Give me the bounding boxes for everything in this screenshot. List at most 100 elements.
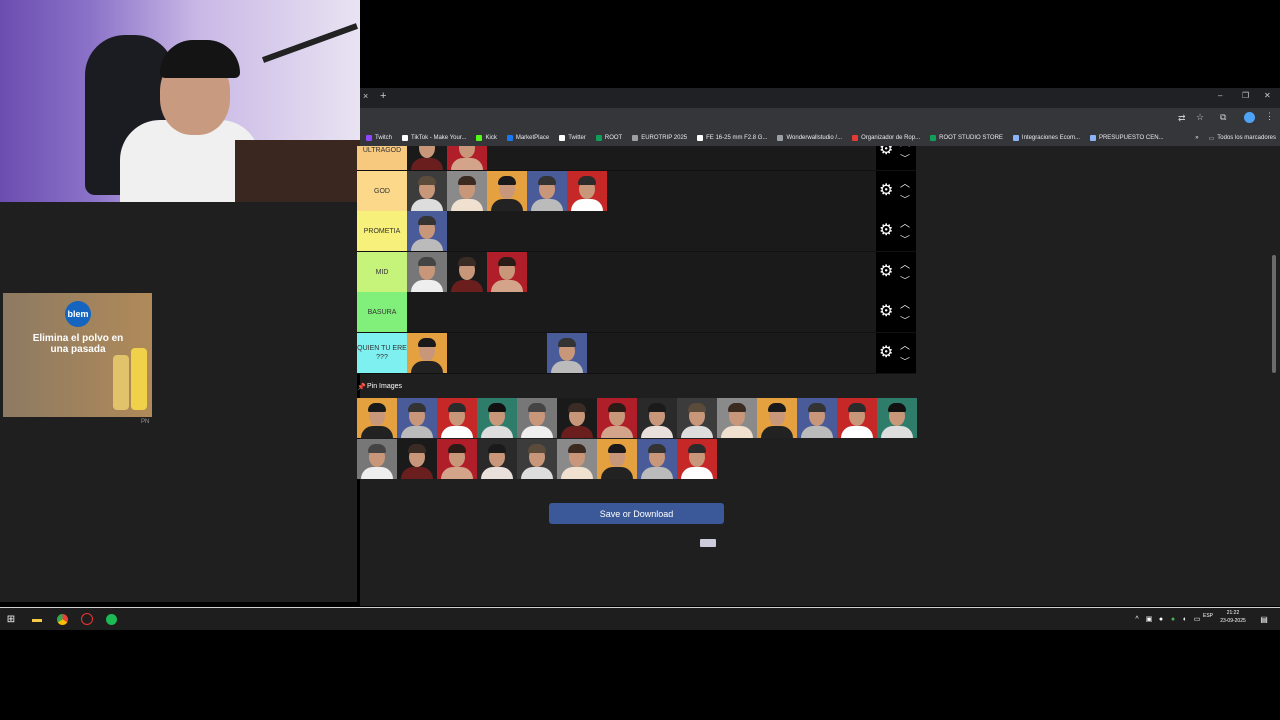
gear-icon[interactable]: ⚙ bbox=[879, 343, 893, 363]
move-down-icon[interactable]: ﹀ bbox=[900, 233, 910, 245]
app-icon[interactable] bbox=[80, 612, 94, 626]
network-icon[interactable]: ▭ bbox=[1190, 612, 1204, 626]
person-image-tile[interactable] bbox=[437, 398, 477, 438]
person-image-tile[interactable] bbox=[407, 252, 447, 292]
person-image-tile[interactable] bbox=[477, 398, 517, 438]
bookmark-item[interactable]: MarketPlace bbox=[506, 135, 549, 141]
person-image-tile[interactable] bbox=[447, 252, 487, 292]
person-image-tile[interactable] bbox=[407, 211, 447, 251]
start-icon[interactable]: ⊞ bbox=[4, 612, 18, 626]
close-window-button[interactable]: ✕ bbox=[1264, 91, 1271, 100]
bookmark-item[interactable]: Twitch bbox=[366, 135, 392, 141]
tier-dropzone[interactable] bbox=[407, 171, 867, 211]
ad-choices-icon[interactable] bbox=[700, 539, 716, 547]
person-image-tile[interactable] bbox=[477, 439, 517, 479]
bookmark-item[interactable]: PRESUPUESTO CEN... bbox=[1089, 135, 1164, 141]
person-image-tile[interactable] bbox=[637, 398, 677, 438]
maximize-button[interactable]: ❐ bbox=[1242, 91, 1249, 100]
person-image-tile[interactable] bbox=[357, 398, 397, 438]
gear-icon[interactable]: ⚙ bbox=[879, 302, 893, 322]
gear-icon[interactable]: ⚙ bbox=[879, 181, 893, 201]
person-image-tile[interactable] bbox=[597, 398, 637, 438]
move-down-icon[interactable]: ﹀ bbox=[900, 193, 910, 205]
tier-dropzone[interactable] bbox=[407, 333, 867, 373]
save-download-button[interactable]: Save or Download bbox=[549, 503, 724, 524]
bookmark-item[interactable]: ROOT STUDIO STORE bbox=[930, 135, 1003, 141]
move-up-icon[interactable]: ︿ bbox=[900, 256, 910, 271]
close-tab-icon[interactable]: × bbox=[363, 91, 368, 101]
clock[interactable]: 21:22 23-09-2025 bbox=[1218, 609, 1248, 625]
tier-dropzone[interactable] bbox=[407, 211, 867, 251]
gear-icon[interactable]: ⚙ bbox=[879, 262, 893, 282]
scrollbar[interactable] bbox=[1272, 255, 1276, 373]
bookmark-item[interactable]: EUROTRIP 2025 bbox=[632, 135, 687, 141]
move-up-icon[interactable]: ︿ bbox=[900, 175, 910, 190]
person-image-tile[interactable] bbox=[397, 439, 437, 479]
advertisement[interactable]: blem Elimina el polvo en una pasada bbox=[3, 293, 152, 417]
notifications-icon[interactable]: ▤ bbox=[1257, 612, 1271, 626]
move-down-icon[interactable]: ﹀ bbox=[900, 274, 910, 286]
person-image-tile[interactable] bbox=[487, 171, 527, 211]
language-indicator[interactable]: ESP bbox=[1203, 613, 1213, 619]
address-bar[interactable]: ⇄ ☆ ⧉ ⋮ bbox=[360, 108, 1280, 130]
bookmark-item[interactable]: TikTok - Make Your... bbox=[402, 135, 466, 141]
tier-label[interactable]: QUIEN TU ERE ??? bbox=[357, 333, 407, 373]
move-down-icon[interactable]: ﹀ bbox=[900, 152, 910, 164]
gear-icon[interactable]: ⚙ bbox=[879, 221, 893, 241]
minimize-button[interactable]: – bbox=[1218, 91, 1222, 100]
bookmark-item[interactable]: ROOT bbox=[595, 135, 622, 141]
all-bookmarks-folder[interactable]: ▭ Todos los marcadores bbox=[1209, 135, 1276, 142]
bookmark-item[interactable]: Organizador de Rop... bbox=[852, 135, 920, 141]
person-image-tile[interactable] bbox=[407, 171, 447, 211]
person-image-tile[interactable] bbox=[837, 398, 877, 438]
translate-icon[interactable]: ⇄ bbox=[1178, 113, 1186, 124]
tier-label[interactable]: GOD bbox=[357, 171, 407, 211]
person-image-tile[interactable] bbox=[527, 171, 567, 211]
bookmark-item[interactable]: Kick bbox=[476, 135, 497, 141]
move-down-icon[interactable]: ﹀ bbox=[900, 355, 910, 367]
extensions-icon[interactable]: ⧉ bbox=[1220, 112, 1226, 123]
person-image-tile[interactable] bbox=[437, 439, 477, 479]
bookmark-item[interactable]: Integraciones Ecom... bbox=[1012, 135, 1080, 141]
person-image-tile[interactable] bbox=[517, 398, 557, 438]
tier-dropzone[interactable] bbox=[407, 252, 867, 292]
hair bbox=[418, 257, 436, 266]
person-image-tile[interactable] bbox=[757, 398, 797, 438]
person-image-tile[interactable] bbox=[677, 439, 717, 479]
person-image-tile[interactable] bbox=[597, 439, 637, 479]
person-image-tile[interactable] bbox=[877, 398, 917, 438]
chrome-icon[interactable] bbox=[55, 612, 69, 626]
spotify-icon[interactable] bbox=[104, 612, 118, 626]
new-tab-button[interactable]: + bbox=[380, 90, 386, 102]
tier-dropzone[interactable] bbox=[407, 292, 867, 332]
file-explorer-icon[interactable]: ▬ bbox=[30, 612, 44, 626]
bookmarks-overflow-button[interactable]: » bbox=[1195, 135, 1198, 141]
person-image-tile[interactable] bbox=[357, 439, 397, 479]
person-image-tile[interactable] bbox=[517, 439, 557, 479]
tier-label[interactable]: BASURA bbox=[357, 292, 407, 332]
person-image-tile[interactable] bbox=[557, 439, 597, 479]
person-image-tile[interactable] bbox=[717, 398, 757, 438]
profile-avatar[interactable] bbox=[1244, 112, 1255, 123]
bookmark-item[interactable]: Wonderwallstudio /... bbox=[777, 135, 842, 141]
tier-label[interactable]: PROMETIA bbox=[357, 211, 407, 251]
move-up-icon[interactable]: ︿ bbox=[900, 296, 910, 311]
menu-icon[interactable]: ⋮ bbox=[1265, 111, 1274, 122]
person-image-tile[interactable] bbox=[447, 171, 487, 211]
person-image-tile[interactable] bbox=[407, 333, 447, 373]
person-image-tile[interactable] bbox=[397, 398, 437, 438]
move-down-icon[interactable]: ﹀ bbox=[900, 314, 910, 326]
person-image-tile[interactable] bbox=[487, 252, 527, 292]
star-icon[interactable]: ☆ bbox=[1196, 112, 1204, 123]
bookmark-item[interactable]: FE 16-25 mm F2.8 G... bbox=[697, 135, 767, 141]
move-up-icon[interactable]: ︿ bbox=[900, 215, 910, 230]
tier-label[interactable]: MID bbox=[357, 252, 407, 292]
person-image-tile[interactable] bbox=[547, 333, 587, 373]
person-image-tile[interactable] bbox=[567, 171, 607, 211]
person-image-tile[interactable] bbox=[677, 398, 717, 438]
person-image-tile[interactable] bbox=[637, 439, 677, 479]
move-up-icon[interactable]: ︿ bbox=[900, 337, 910, 352]
person-image-tile[interactable] bbox=[797, 398, 837, 438]
person-image-tile[interactable] bbox=[557, 398, 597, 438]
bookmark-item[interactable]: Twitter bbox=[559, 135, 586, 141]
